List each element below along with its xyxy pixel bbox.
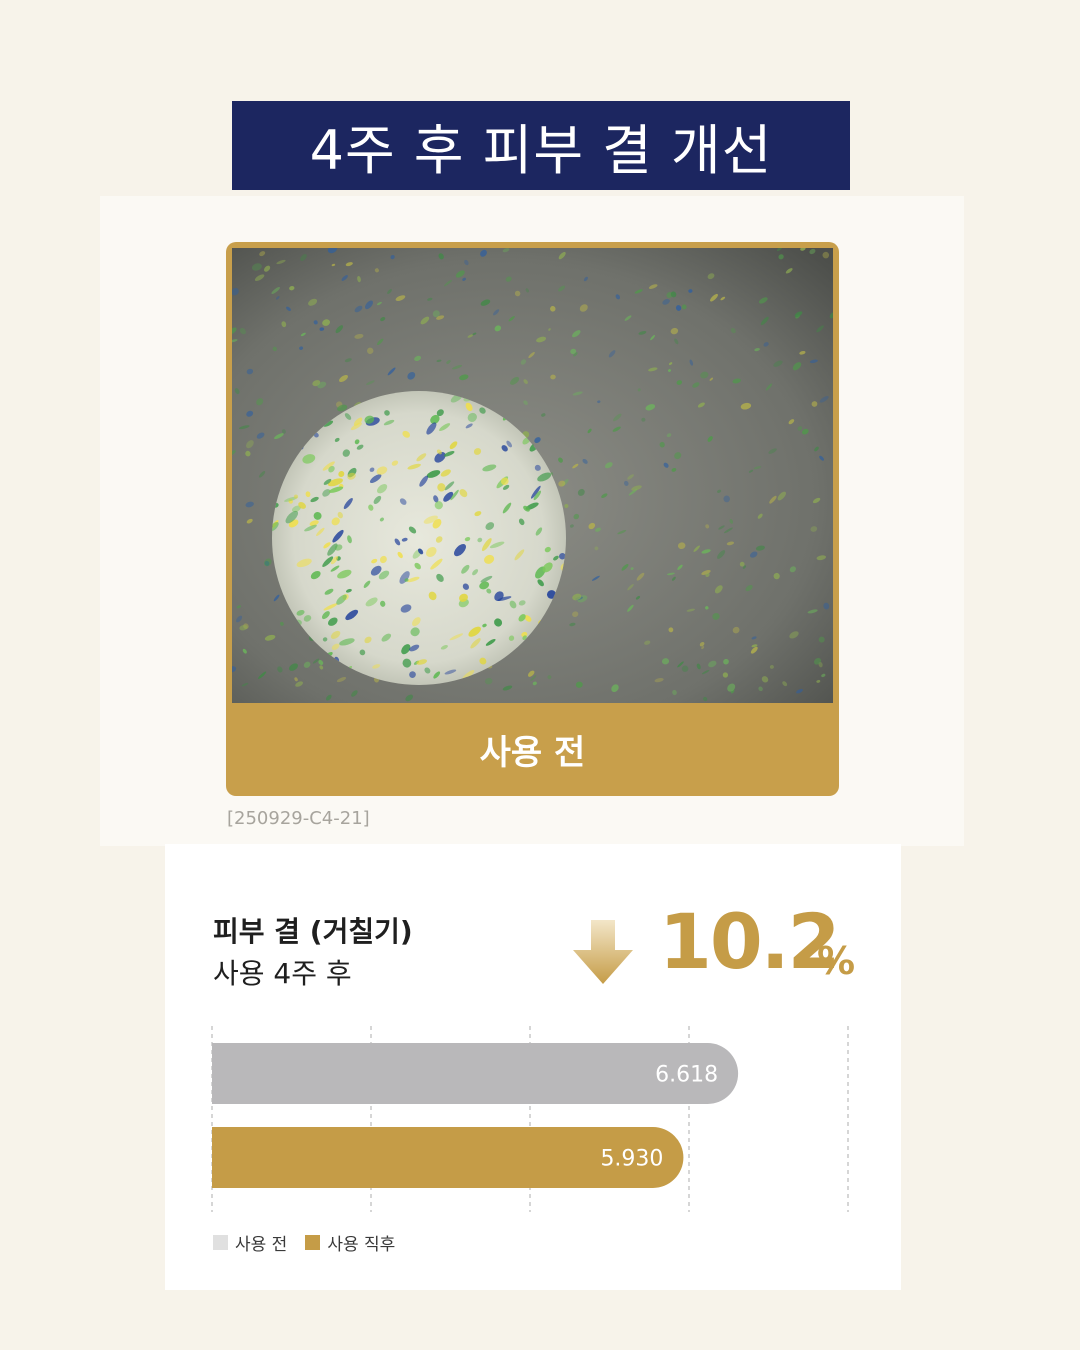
legend-swatch-before bbox=[213, 1235, 228, 1250]
legend-item-after: 사용 직후 bbox=[305, 1230, 395, 1255]
bar-chart: 6.618 5.930 bbox=[211, 1026, 849, 1212]
chart-legend: 사용 전 사용 직후 bbox=[213, 1230, 395, 1255]
legend-swatch-after bbox=[305, 1235, 321, 1250]
bar-after-label: 5.930 bbox=[600, 1147, 663, 1172]
skin-texture-picture bbox=[232, 248, 833, 703]
skin-photo-card: 사용 전 bbox=[226, 242, 839, 796]
page-title: 4주 후 피부 결 개선 bbox=[232, 101, 850, 190]
legend-label-after: 사용 직후 bbox=[327, 1235, 396, 1255]
photo-caption: 사용 전 bbox=[479, 733, 586, 773]
legend-label-before: 사용 전 bbox=[235, 1235, 288, 1255]
bar-before-label: 6.618 bbox=[655, 1063, 718, 1088]
legend-item-before: 사용 전 bbox=[213, 1230, 287, 1255]
test-code: [250929-C4-21] bbox=[227, 808, 370, 829]
chart-card: 피부 결 (거칠기) 사용 4주 후 10.2 % 6.618 5.930 사용 … bbox=[165, 844, 901, 1290]
skin-texture-image bbox=[232, 248, 833, 703]
